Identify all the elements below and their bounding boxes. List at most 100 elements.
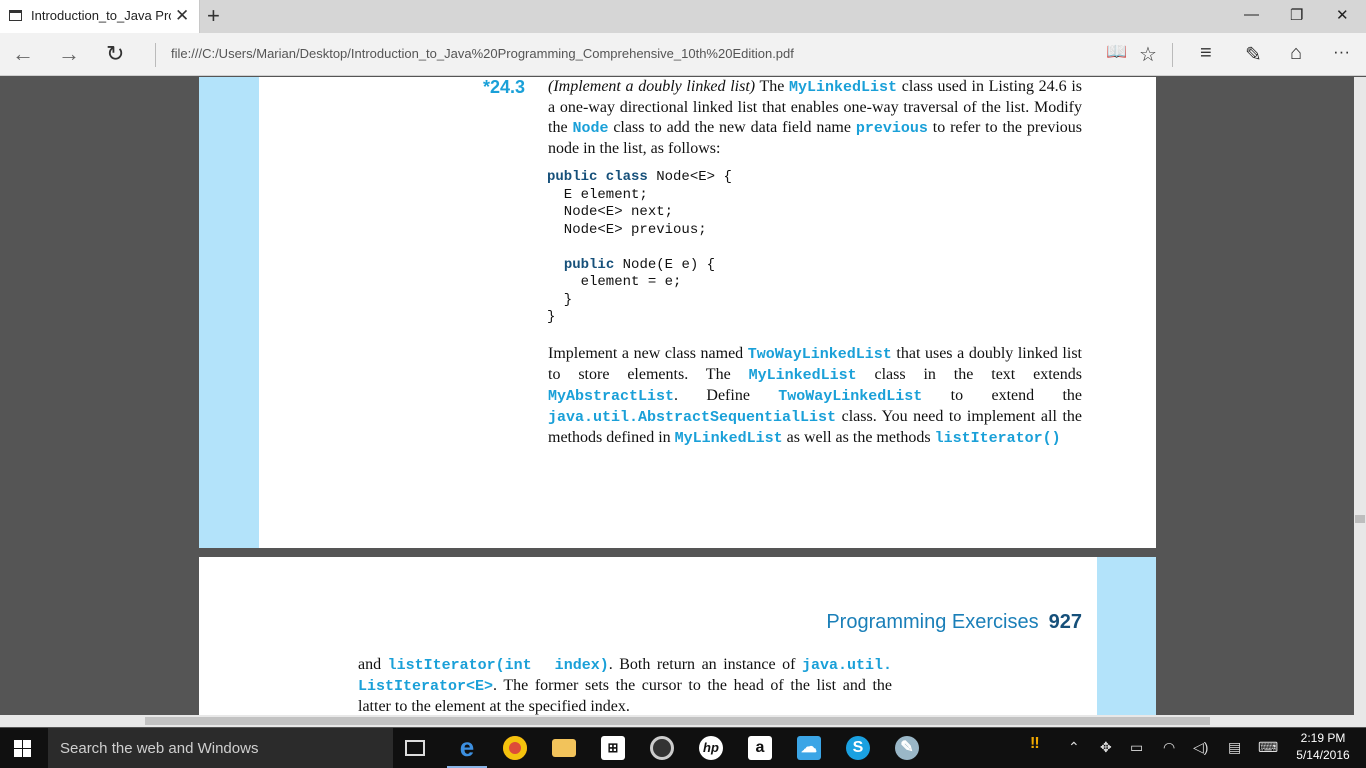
code-term: MyLinkedList	[674, 430, 783, 447]
windows-logo-icon	[23, 740, 31, 748]
scrollbar-thumb[interactable]	[145, 717, 1210, 725]
tab-bar: Introduction_to_Java Pro ✕ + — ❐ ✕	[0, 0, 1366, 33]
search-input[interactable]: Search the web and Windows	[60, 740, 258, 757]
wifi-icon[interactable]: ◠	[1163, 739, 1175, 756]
more-icon[interactable]: ···	[1333, 42, 1350, 62]
camera-icon[interactable]	[650, 736, 674, 760]
pdf-viewer[interactable]: *24.3 (Implement a doubly linked list) T…	[0, 77, 1354, 715]
store-icon[interactable]: ⊞	[601, 736, 625, 760]
hp-icon[interactable]: hp	[699, 736, 723, 760]
code-listing: public class Node<E> { E element; Node<E…	[547, 169, 732, 327]
vertical-scrollbar[interactable]	[1354, 77, 1366, 715]
amazon-icon[interactable]: a	[748, 736, 772, 760]
code-line: Node<E> previous;	[547, 221, 707, 238]
minimize-button[interactable]: —	[1244, 6, 1259, 23]
horizontal-scrollbar[interactable]	[0, 715, 1366, 727]
exercise-continuation: and listIterator(int index). Both return…	[358, 655, 892, 715]
code-line: }	[547, 309, 556, 325]
browser-window: Introduction_to_Java Pro ✕ + — ❐ ✕ ← → ↻…	[0, 0, 1366, 768]
text: to extend the	[922, 387, 1083, 404]
taskbar-clock[interactable]: 2:19 PM 5/14/2016	[1290, 730, 1356, 764]
pdf-page: *24.3 (Implement a doubly linked list) T…	[199, 77, 1156, 548]
text: as well as the methods	[782, 429, 935, 446]
exercise-title: (Implement a doubly linked list)	[548, 78, 756, 95]
tab-pdf[interactable]: Introduction_to_Java Pro ✕	[0, 0, 200, 33]
running-header: Programming Exercises 927	[826, 611, 1082, 634]
code-keyword: public	[563, 256, 615, 273]
code-line: Node<E> {	[647, 169, 732, 185]
favorite-star-icon[interactable]: ☆	[1139, 42, 1157, 67]
file-explorer-icon[interactable]	[552, 739, 576, 757]
windows-logo-icon	[14, 749, 22, 757]
divider	[155, 43, 156, 67]
code-line: }	[547, 291, 573, 308]
code-line: Node<E> next;	[547, 204, 674, 220]
text: and	[358, 656, 388, 673]
text: The	[755, 78, 790, 95]
start-button[interactable]	[14, 740, 32, 757]
code-line: element = e;	[547, 274, 682, 290]
section-title: Programming Exercises	[826, 611, 1039, 633]
pdf-page: Programming Exercises 927 and listIterato…	[199, 557, 1156, 715]
chrome-icon[interactable]	[503, 736, 527, 760]
edge-icon[interactable]: e	[455, 734, 479, 760]
divider	[1172, 43, 1173, 67]
code-line: E element;	[547, 186, 648, 203]
address-input[interactable]: file:///C:/Users/Marian/Desktop/Introduc…	[171, 46, 794, 61]
page-margin-band	[199, 77, 259, 548]
scrollbar-thumb[interactable]	[1355, 515, 1365, 523]
forward-button[interactable]: →	[58, 41, 80, 67]
reading-view-icon[interactable]: 📖	[1106, 42, 1127, 62]
code-term: TwoWayLinkedList	[747, 346, 892, 363]
action-center-icon[interactable]: ▤	[1228, 739, 1241, 756]
share-icon[interactable]: ⌂	[1290, 42, 1302, 65]
onedrive-icon[interactable]: ☁	[797, 736, 821, 760]
back-button[interactable]: ←	[12, 41, 34, 67]
navigation-bar: ← → ↻ file:///C:/Users/Marian/Desktop/In…	[0, 33, 1366, 76]
paint-icon[interactable]: ✎	[895, 736, 919, 760]
page-icon	[9, 10, 22, 21]
web-note-icon[interactable]: ✎	[1245, 42, 1262, 67]
new-tab-button[interactable]: +	[207, 3, 220, 29]
windows-logo-icon	[14, 740, 22, 748]
tab-close-icon[interactable]: ✕	[175, 6, 189, 26]
code-term: TwoWayLinkedList	[778, 388, 923, 405]
close-window-button[interactable]: ✕	[1336, 6, 1349, 24]
code-term: MyAbstractList	[548, 388, 675, 405]
refresh-button[interactable]: ↻	[106, 41, 124, 67]
code-term: ListIterator<E>	[358, 678, 494, 695]
taskbar-search[interactable]: Search the web and Windows	[48, 728, 393, 768]
page-margin-band	[1097, 557, 1156, 715]
code-term: MyLinkedList	[789, 79, 898, 96]
tab-title: Introduction_to_Java Pro	[31, 8, 171, 23]
skype-icon[interactable]: S	[846, 736, 870, 760]
text: Implement a new class named	[548, 345, 748, 362]
code-line: Node(E e) {	[614, 256, 716, 273]
code-term: MyLinkedList	[748, 367, 857, 384]
volume-icon[interactable]: ◁)	[1193, 739, 1208, 756]
battery-icon[interactable]: ▭	[1130, 739, 1143, 756]
code-term: listIterator(int index)	[387, 657, 609, 674]
windows-logo-icon	[23, 749, 31, 757]
clock-time: 2:19 PM	[1300, 731, 1346, 745]
text: class in the text extends	[856, 366, 1082, 383]
code-term: Node	[572, 120, 609, 137]
text: . Both return an instance of	[608, 656, 802, 673]
code-term: previous	[855, 120, 928, 137]
show-hidden-icons-chevron-icon[interactable]: ⌃	[1068, 739, 1080, 756]
page-number: 927	[1048, 611, 1082, 633]
hub-icon[interactable]: ≡	[1200, 42, 1212, 65]
exercise-number: *24.3	[483, 77, 526, 97]
exercise-intro: (Implement a doubly linked list) The MyL…	[548, 77, 1082, 159]
text: class to add the new data field name	[608, 119, 856, 136]
taskbar: Search the web and Windows e ⊞ hp a ☁ S …	[0, 728, 1366, 768]
code-keyword: public class	[547, 169, 648, 185]
dropbox-icon[interactable]: ✥	[1100, 739, 1112, 756]
notification-alert-icon[interactable]: ‼	[1030, 735, 1040, 753]
code-term: java.util.AbstractSequentialList	[548, 409, 837, 426]
task-view-icon[interactable]	[405, 740, 425, 756]
keyboard-icon[interactable]: ⌨	[1258, 739, 1278, 756]
restore-button[interactable]: ❐	[1290, 6, 1303, 24]
text: . Define	[674, 387, 779, 404]
